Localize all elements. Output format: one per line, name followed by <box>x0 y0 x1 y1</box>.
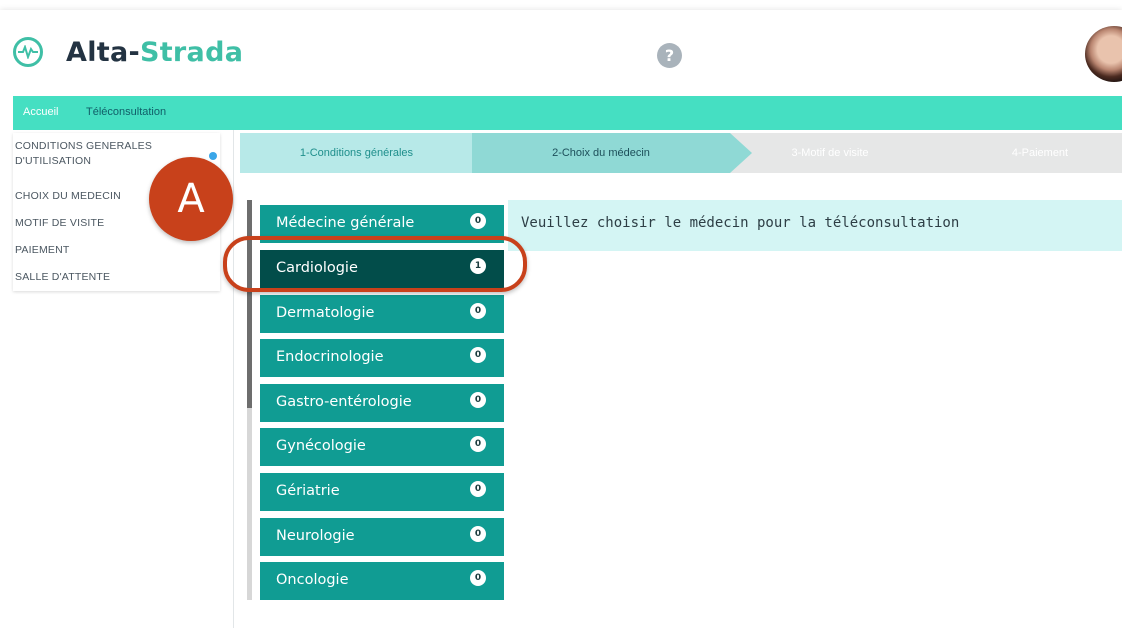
specialty-label: Gynécologie <box>276 438 366 454</box>
sidebar-item-waiting-room[interactable]: SALLE D'ATTENTE <box>15 270 110 285</box>
doctor-count-badge: 0 <box>470 436 486 452</box>
doctor-count-badge: 0 <box>470 570 486 586</box>
info-message-text: Veuillez choisir le médecin pour la télé… <box>521 215 960 231</box>
specialty-button-dermatologie[interactable]: Dermatologie 0 <box>260 295 504 333</box>
step-visit-reason-label: 3-Motif de visite <box>791 147 869 159</box>
sidebar-divider <box>233 130 234 628</box>
logo-text-part1: Alta- <box>66 37 140 68</box>
app-logo-text[interactable]: Alta-Strada <box>66 37 243 69</box>
heartbeat-logo-icon <box>13 37 43 67</box>
specialty-label: Oncologie <box>276 572 349 588</box>
doctor-count-badge: 0 <box>470 213 486 229</box>
specialty-label: Médecine générale <box>276 215 415 231</box>
nav-home-link[interactable]: Accueil <box>23 106 58 118</box>
specialty-button-oncologie[interactable]: Oncologie 0 <box>260 562 504 600</box>
sidebar-item-visit-reason[interactable]: MOTIF DE VISITE <box>15 216 104 231</box>
step-conditions[interactable]: 1-Conditions générales <box>240 133 473 173</box>
steps-progress: 1-Conditions générales 2-Choix du médeci… <box>240 133 1122 173</box>
specialty-label: Gériatrie <box>276 483 340 499</box>
specialty-label: Dermatologie <box>276 305 375 321</box>
annotation-highlight-ring <box>223 236 527 292</box>
specialty-button-gastro-enterologie[interactable]: Gastro-entérologie 0 <box>260 384 504 422</box>
logo-text-part2: Strada <box>139 37 244 68</box>
sidebar-item-doctor-choice[interactable]: CHOIX DU MEDECIN <box>15 189 121 204</box>
info-message-box: Veuillez choisir le médecin pour la télé… <box>508 200 1122 251</box>
specialty-scrollbar-thumb[interactable] <box>247 200 252 408</box>
specialty-button-neurologie[interactable]: Neurologie 0 <box>260 518 504 556</box>
doctor-count-badge: 0 <box>470 526 486 542</box>
step-conditions-label: 1-Conditions générales <box>299 147 414 159</box>
doctor-count-badge: 0 <box>470 347 486 363</box>
doctor-count-badge: 0 <box>470 392 486 408</box>
specialty-button-endocrinologie[interactable]: Endocrinologie 0 <box>260 339 504 377</box>
step-payment-label: 4-Paiement <box>1011 147 1069 159</box>
specialty-button-gynecologie[interactable]: Gynécologie 0 <box>260 428 504 466</box>
specialty-label: Neurologie <box>276 528 355 544</box>
nav-bar: Accueil Téléconsultation <box>13 96 1122 130</box>
specialty-label: Gastro-entérologie <box>276 394 412 410</box>
help-icon[interactable]: ? <box>657 43 682 68</box>
sidebar-item-conditions[interactable]: CONDITIONS GENERALES D'UTILISATION <box>15 139 185 169</box>
doctor-count-badge: 0 <box>470 481 486 497</box>
step-doctor-choice-label: 2-Choix du médecin <box>552 147 650 159</box>
specialty-label: Endocrinologie <box>276 349 384 365</box>
specialty-button-geriatrie[interactable]: Gériatrie 0 <box>260 473 504 511</box>
step-doctor-choice[interactable]: 2-Choix du médecin <box>472 133 730 173</box>
step-visit-reason: 3-Motif de visite <box>730 133 930 173</box>
nav-teleconsultation-link[interactable]: Téléconsultation <box>86 106 166 118</box>
annotation-label-circle: A <box>149 157 233 241</box>
step-payment: 4-Paiement <box>930 133 1122 173</box>
sidebar-item-payment[interactable]: PAIEMENT <box>15 243 70 258</box>
doctor-count-badge: 0 <box>470 303 486 319</box>
sidebar-active-indicator <box>209 152 217 160</box>
